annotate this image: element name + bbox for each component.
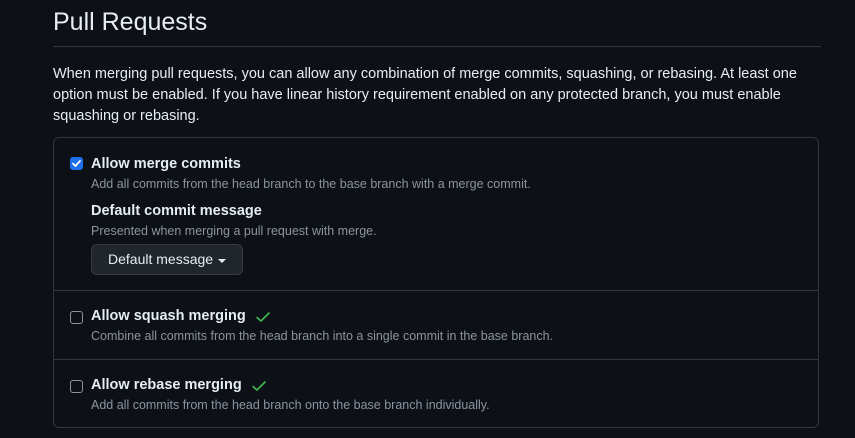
merge-commits-section: Allow merge commits Add all commits from… <box>54 138 818 291</box>
allow-merge-commits-checkbox[interactable] <box>70 157 83 170</box>
allow-squash-merging-checkbox[interactable] <box>70 311 83 324</box>
checkmark-icon <box>72 160 81 167</box>
allow-rebase-merging-checkbox[interactable] <box>70 380 83 393</box>
allow-rebase-merging-description: Add all commits from the head branch ont… <box>91 398 490 412</box>
section-description: When merging pull requests, you can allo… <box>53 66 797 124</box>
default-message-dropdown[interactable]: Default message <box>91 244 244 275</box>
page-title: Pull Requests <box>53 8 208 36</box>
check-icon <box>252 381 266 391</box>
default-commit-message-label: Default commit message <box>91 203 262 219</box>
allow-squash-merging-label[interactable]: Allow squash merging <box>91 307 246 325</box>
check-icon <box>256 312 270 322</box>
merge-options-box: Allow merge commits Add all commits from… <box>53 137 819 428</box>
rebase-merging-section: Allow rebase merging Add all commits fro… <box>54 360 818 428</box>
caret-down-icon <box>218 258 227 263</box>
pull-requests-settings: Pull Requests When merging pull requests… <box>0 0 855 438</box>
allow-rebase-merging-label[interactable]: Allow rebase merging <box>91 376 242 394</box>
squash-merging-section: Allow squash merging Combine all commits… <box>54 291 818 360</box>
allow-squash-merging-description: Combine all commits from the head branch… <box>91 329 554 343</box>
allow-merge-commits-description: Add all commits from the head branch to … <box>91 177 531 191</box>
allow-merge-commits-label[interactable]: Allow merge commits <box>91 155 241 173</box>
default-commit-message-description: Presented when merging a pull request wi… <box>91 224 377 238</box>
title-divider <box>53 46 821 47</box>
dropdown-selected-value: Default message <box>108 251 214 267</box>
